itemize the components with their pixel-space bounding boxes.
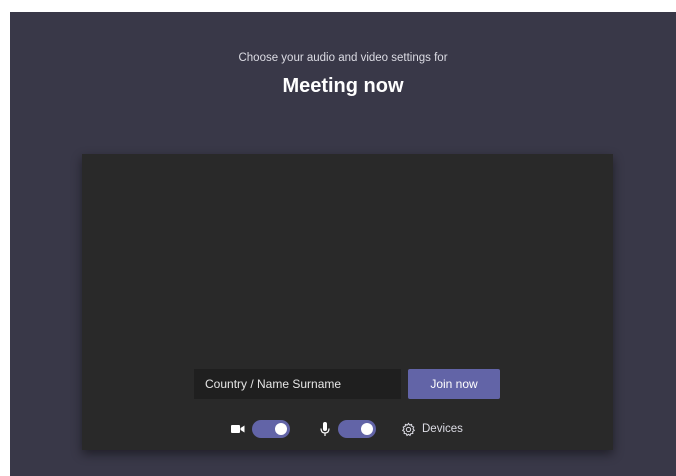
gear-icon <box>400 421 416 437</box>
camera-icon <box>230 422 246 436</box>
camera-toggle[interactable] <box>252 420 290 438</box>
microphone-icon <box>318 421 332 437</box>
settings-subtitle: Choose your audio and video settings for <box>238 52 448 64</box>
video-preview: Join now <box>82 154 613 450</box>
devices-button[interactable]: Devices <box>400 421 463 437</box>
join-now-button[interactable]: Join now <box>408 369 500 399</box>
meeting-title: Meeting now <box>282 75 404 97</box>
pre-join-screen: Choose your audio and video settings for… <box>10 12 676 476</box>
display-name-input[interactable] <box>194 369 401 399</box>
media-controls: Devices <box>230 419 463 439</box>
camera-toggle-knob <box>275 423 287 435</box>
microphone-toggle-knob <box>361 423 373 435</box>
devices-label: Devices <box>422 423 463 435</box>
microphone-toggle[interactable] <box>338 420 376 438</box>
